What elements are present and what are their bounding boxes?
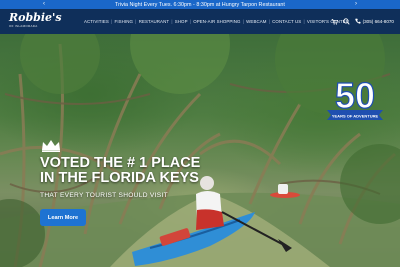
announcement-bar: ‹ Trivia Night Every Tues. 6:30pm - 8:30… xyxy=(0,0,400,9)
main-header: Robbie's OF ISLAMORADA ACTIVITIES | FISHI… xyxy=(0,9,400,34)
search-icon[interactable] xyxy=(342,18,350,25)
logo-subtitle: OF ISLAMORADA xyxy=(9,24,38,28)
fifty-years-badge: 50 YEARS OF ADVENTURE xyxy=(326,74,384,128)
header-tools: (305) 664-8070 xyxy=(331,9,394,34)
nav-separator: | xyxy=(242,19,244,24)
crown-icon xyxy=(41,139,61,152)
hero-section: 50 YEARS OF ADVENTURE VOTED THE # 1 PLAC… xyxy=(0,34,400,267)
hero-headline: VOTED THE # 1 PLACE IN THE FLORIDA KEYS xyxy=(40,156,270,186)
nav-separator: | xyxy=(135,19,137,24)
logo-script: Robbie's xyxy=(9,11,62,24)
nav-separator: | xyxy=(303,19,305,24)
site-logo[interactable]: Robbie's OF ISLAMORADA xyxy=(9,11,62,31)
nav-item-shop[interactable]: SHOP xyxy=(175,19,188,24)
phone-icon xyxy=(354,18,361,25)
chevron-right-icon[interactable]: › xyxy=(355,0,357,9)
nav-item-contact-us[interactable]: CONTACT US xyxy=(272,19,301,24)
phone-link[interactable]: (305) 664-8070 xyxy=(354,18,394,25)
phone-number: (305) 664-8070 xyxy=(362,19,394,24)
nav-separator: | xyxy=(171,19,173,24)
nav-separator: | xyxy=(268,19,270,24)
headline-line-1: VOTED THE # 1 PLACE xyxy=(40,155,201,171)
nav-item-restaurant[interactable]: RESTAURANT xyxy=(139,19,169,24)
nav-item-activities[interactable]: ACTIVITIES xyxy=(84,19,109,24)
badge-text: YEARS OF ADVENTURE xyxy=(332,114,379,119)
nav-separator: | xyxy=(189,19,192,24)
hero-tagline: THAT EVERY TOURIST SHOULD VISIT xyxy=(40,192,168,199)
nav-separator: | xyxy=(111,19,113,24)
nav-item-fishing[interactable]: FISHING xyxy=(115,19,134,24)
chevron-left-icon[interactable]: ‹ xyxy=(43,0,45,9)
headline-line-2: IN THE FLORIDA KEYS xyxy=(40,170,199,186)
nav-item-webcam[interactable]: WEBCAM xyxy=(246,19,266,24)
main-nav: ACTIVITIES | FISHING | RESTAURANT | SHOP | O… xyxy=(84,9,349,34)
learn-more-button[interactable]: Learn More xyxy=(40,209,86,226)
announcement-text[interactable]: Trivia Night Every Tues. 6:30pm - 8:30pm… xyxy=(115,2,285,8)
badge-number: 50 xyxy=(335,75,375,116)
nav-item-open-air-shopping[interactable]: OPEN-AIR SHOPPING xyxy=(193,19,240,24)
cart-icon[interactable] xyxy=(331,18,338,25)
